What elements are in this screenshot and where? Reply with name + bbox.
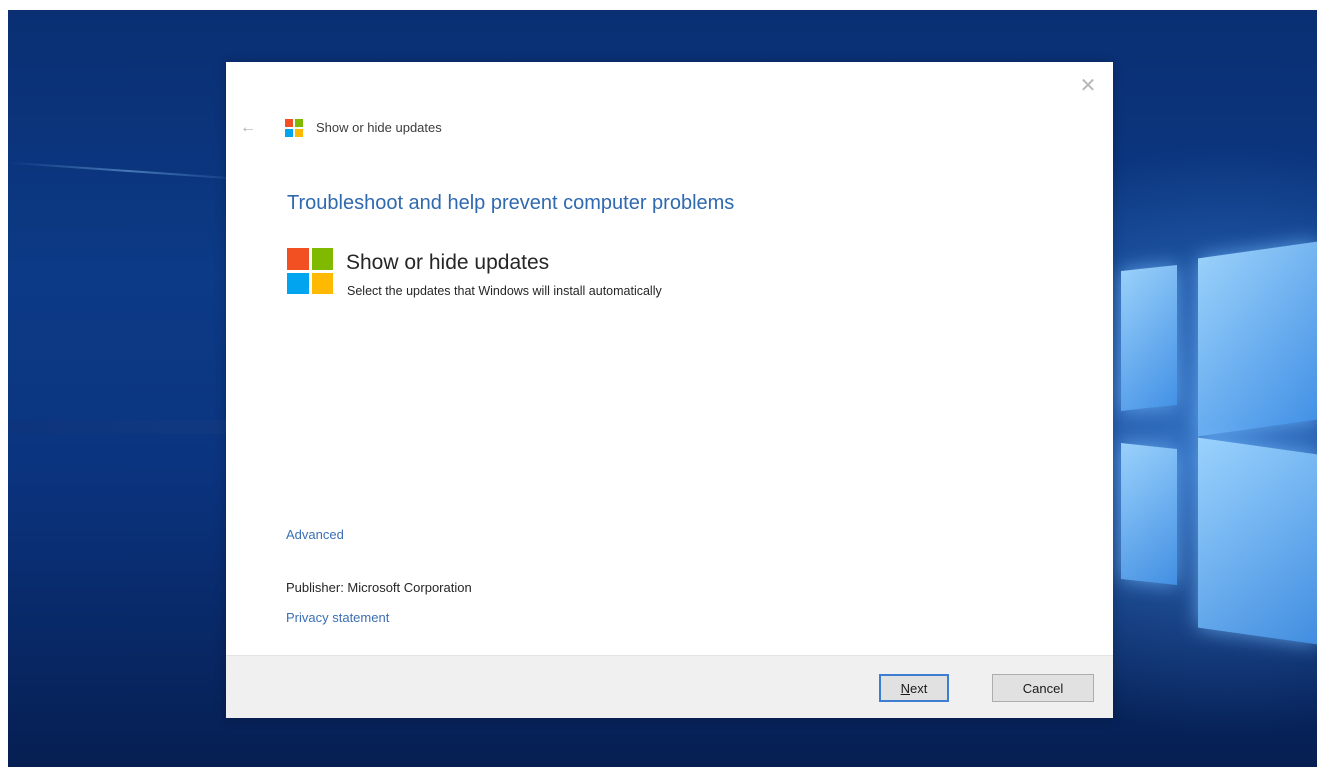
logo-quadrant-blue [285,129,293,137]
wallpaper-logo-pane [1198,241,1317,437]
windows-logo-icon [285,119,303,137]
close-icon[interactable]: ✕ [1073,70,1103,100]
next-button[interactable]: Next [879,674,949,702]
logo-quadrant-blue [287,272,309,294]
wallpaper-logo-pane [1121,443,1177,585]
privacy-statement-link[interactable]: Privacy statement [286,610,389,625]
logo-quadrant-yellow [295,129,303,137]
cancel-button[interactable]: Cancel [992,674,1094,702]
logo-quadrant-red [287,248,309,270]
troubleshooter-dialog: ✕ ← Show or hide updates Troubleshoot an… [226,62,1113,718]
page-heading: Troubleshoot and help prevent computer p… [287,192,735,214]
tool-name: Show or hide updates [346,251,550,274]
logo-quadrant-green [295,119,303,127]
publisher-label: Publisher: Microsoft Corporation [286,580,472,595]
wallpaper-logo-pane [1121,265,1177,411]
next-label-rest: ext [910,680,928,696]
desktop-shadow-band [8,420,248,434]
logo-quadrant-red [285,119,293,127]
tool-description: Select the updates that Windows will ins… [347,284,662,298]
back-arrow-icon[interactable]: ← [236,116,260,140]
advanced-link[interactable]: Advanced [286,527,344,542]
dialog-footer: Next Cancel [226,655,1113,718]
wallpaper-logo-pane [1198,437,1317,645]
windows-logo-icon [287,248,333,294]
window-title: Show or hide updates [316,120,442,135]
logo-quadrant-green [311,248,333,270]
next-mnemonic: N [900,680,911,696]
logo-quadrant-yellow [311,272,333,294]
